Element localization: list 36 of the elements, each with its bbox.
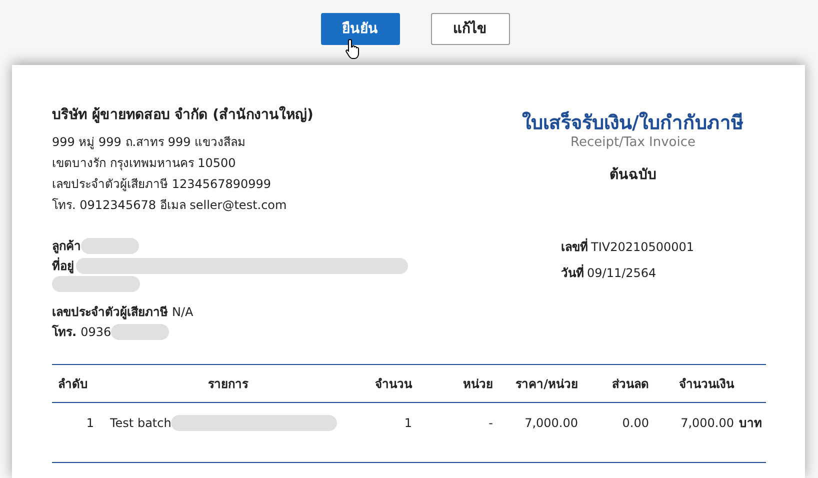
table-cell: -	[412, 402, 493, 442]
column-header: หน่วย	[412, 364, 493, 402]
table-cell: 0.00	[578, 402, 649, 442]
document-title: ใบเสร็จรับเงิน/ใบกำกับภาษี	[522, 111, 744, 135]
field-label: เลขประจำตัวผู้เสียภาษี	[52, 304, 168, 322]
table-cell: 7,000.00	[649, 402, 734, 442]
field-label: เลขที่	[561, 238, 588, 256]
field-value: 09/11/2564	[587, 265, 656, 282]
seller-detail: เลขประจำตัวผู้เสียภาษี 1234567890999	[52, 176, 272, 194]
field-label: ที่อยู่	[52, 256, 74, 276]
table-cell-text: Test batch	[110, 414, 172, 432]
column-header: ราคา/หน่วย	[493, 364, 578, 402]
seller-detail: 999 หมู่ 999 ถ.สาทร 999 แขวงสีลม	[52, 134, 247, 152]
field-label: โทร.	[52, 324, 77, 341]
field-value: TIV20210500001	[591, 239, 694, 256]
table-cell: 7,000.00	[493, 402, 578, 442]
column-header: รายการ	[104, 364, 352, 402]
field-label: ลูกค้า	[52, 238, 81, 256]
edit-button[interactable]: แก้ไข	[430, 13, 510, 45]
table-cell: 1	[352, 402, 412, 442]
column-header: ลำดับ	[52, 364, 104, 402]
field-label: วันที่	[561, 264, 584, 282]
copy-label: ต้นฉบับ	[610, 166, 656, 185]
currency-label: บาท	[734, 402, 766, 442]
field-value: N/A	[172, 304, 194, 321]
company-name: บริษัท ผู้ขายทดสอบ จำกัด (สำนักงานใหญ่)	[52, 105, 314, 125]
field-value: 0936	[80, 324, 112, 341]
column-header: ส่วนลด	[578, 364, 649, 402]
table-cell: 1	[52, 402, 104, 442]
document-subtitle: Receipt/Tax Invoice	[570, 135, 696, 151]
hand-cursor-icon	[345, 38, 361, 60]
column-header: จำนวนเงิน	[649, 364, 734, 402]
seller-detail: เขตบางรัก กรุงเทพมหานคร 10500	[52, 155, 237, 172]
confirm-button[interactable]: ยืนยัน	[320, 13, 400, 45]
column-header: จำนวน	[352, 364, 412, 402]
seller-detail: โทร. 0912345678 อีเมล seller@test.com	[52, 197, 288, 214]
